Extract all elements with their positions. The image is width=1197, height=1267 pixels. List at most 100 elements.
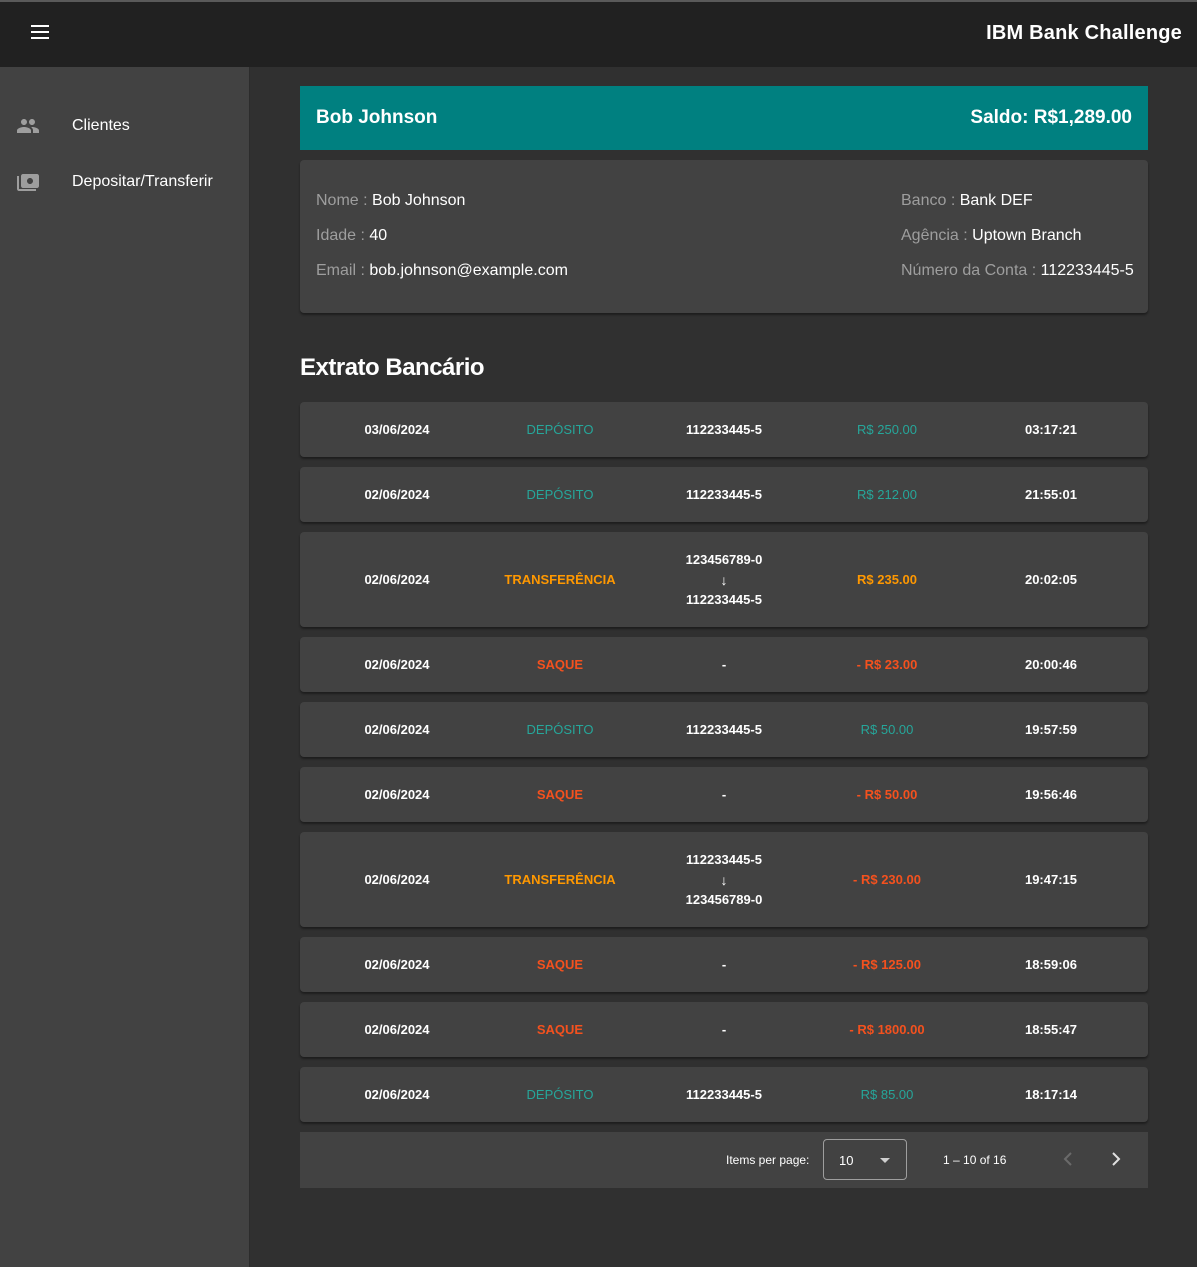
info-nome: Nome : Bob Johnson xyxy=(316,192,465,210)
row-to-account: 112233445-5 xyxy=(686,591,762,607)
row-type: DEPÓSITO xyxy=(526,422,594,437)
row-date: 02/06/2024 xyxy=(364,722,430,737)
row-transfer-accounts: 123456789-0 ↓ 112233445-5 xyxy=(644,532,804,627)
row-amount: R$ 250.00 xyxy=(857,422,917,437)
row-date: 02/06/2024 xyxy=(364,1087,430,1102)
info-value: Bob Johnson xyxy=(372,192,466,209)
page-size-value: 10 xyxy=(839,1153,854,1168)
row-time: 18:59:06 xyxy=(1024,957,1078,972)
info-label: Número da Conta : xyxy=(901,262,1041,279)
row-time: 19:47:15 xyxy=(1024,872,1078,887)
row-amount: R$ 50.00 xyxy=(860,722,914,737)
row-type: DEPÓSITO xyxy=(526,1087,594,1102)
arrow-down-icon: ↓ xyxy=(720,571,728,588)
row-date: 02/06/2024 xyxy=(364,957,430,972)
next-page-button[interactable] xyxy=(1096,1140,1136,1180)
info-label: Agência : xyxy=(901,227,973,244)
row-account: - xyxy=(721,657,727,672)
info-email: Email : bob.johnson@example.com xyxy=(316,262,568,280)
client-info-card: Nome : Bob Johnson Idade : 40 Email : bo… xyxy=(300,160,1148,313)
row-date: 02/06/2024 xyxy=(364,572,430,587)
menu-icon xyxy=(31,24,49,44)
row-amount: - R$ 23.00 xyxy=(856,657,918,672)
row-date: 02/06/2024 xyxy=(364,657,430,672)
info-conta: Número da Conta : 112233445-5 xyxy=(901,262,1134,280)
sidebar-item-depositar-transferir[interactable]: Depositar/Transferir xyxy=(0,158,249,206)
info-label: Email : xyxy=(316,262,370,279)
row-time: 19:57:59 xyxy=(1024,722,1078,737)
chevron-left-icon xyxy=(1063,1151,1073,1169)
row-date: 02/06/2024 xyxy=(364,1022,430,1037)
statement-row: 02/06/2024 SAQUE - - R$ 23.00 20:00:46 xyxy=(300,637,1148,692)
statement-row: 03/06/2024 DEPÓSITO 112233445-5 R$ 250.0… xyxy=(300,402,1148,457)
statement-row: 02/06/2024 SAQUE - - R$ 125.00 18:59:06 xyxy=(300,937,1148,992)
info-value: Uptown Branch xyxy=(972,227,1082,244)
row-amount: - R$ 50.00 xyxy=(856,787,918,802)
statement-title: Extrato Bancário xyxy=(300,354,485,381)
row-time: 20:02:05 xyxy=(1024,572,1078,587)
row-type: SAQUE xyxy=(536,1022,584,1037)
statement-row: 02/06/2024 DEPÓSITO 112233445-5 R$ 50.00… xyxy=(300,702,1148,757)
row-time: 18:55:47 xyxy=(1024,1022,1078,1037)
statement-row: 02/06/2024 SAQUE - - R$ 50.00 19:56:46 xyxy=(300,767,1148,822)
row-time: 18:17:14 xyxy=(1024,1087,1078,1102)
page-size-select[interactable]: 10 xyxy=(823,1139,907,1180)
info-banco: Banco : Bank DEF xyxy=(901,192,1033,210)
row-amount: - R$ 230.00 xyxy=(853,872,921,887)
chevron-right-icon xyxy=(1111,1151,1121,1169)
row-type: SAQUE xyxy=(536,787,584,802)
info-label: Banco : xyxy=(901,192,960,209)
row-account: - xyxy=(721,787,727,802)
paginator: Items per page: 10 1 – 10 of 16 xyxy=(300,1132,1148,1188)
client-balance: Saldo: R$1,289.00 xyxy=(970,107,1132,128)
sidebar-item-clientes[interactable]: Clientes xyxy=(0,102,249,150)
menu-button[interactable] xyxy=(22,16,58,52)
info-label: Nome : xyxy=(316,192,373,209)
row-amount: - R$ 125.00 xyxy=(853,957,921,972)
row-account: 112233445-5 xyxy=(686,722,762,737)
row-date: 02/06/2024 xyxy=(364,487,430,502)
info-label: Idade : xyxy=(316,227,370,244)
sidebar-item-label: Clientes xyxy=(72,117,130,134)
row-account: 112233445-5 xyxy=(686,422,762,437)
row-amount: R$ 85.00 xyxy=(860,1087,914,1102)
row-type: SAQUE xyxy=(536,957,584,972)
page-range-label: 1 – 10 of 16 xyxy=(943,1153,1007,1167)
info-idade: Idade : 40 xyxy=(316,227,387,245)
row-time: 20:00:46 xyxy=(1024,657,1078,672)
info-value: bob.johnson@example.com xyxy=(369,262,568,279)
local-atm-icon xyxy=(16,170,40,194)
row-time: 21:55:01 xyxy=(1024,487,1078,502)
row-type: TRANSFERÊNCIA xyxy=(504,572,616,587)
row-amount: R$ 235.00 xyxy=(857,572,917,587)
row-to-account: 123456789-0 xyxy=(685,891,763,907)
info-value: Bank DEF xyxy=(959,192,1033,209)
row-transfer-accounts: 112233445-5 ↓ 123456789-0 xyxy=(644,832,804,927)
client-header: Bob Johnson Saldo: R$1,289.00 xyxy=(300,86,1148,150)
info-value: 112233445-5 xyxy=(1040,262,1134,279)
previous-page-button[interactable] xyxy=(1048,1140,1088,1180)
row-time: 19:56:46 xyxy=(1024,787,1078,802)
row-account: 112233445-5 xyxy=(686,1087,762,1102)
row-time: 03:17:21 xyxy=(1024,422,1078,437)
info-value: 40 xyxy=(369,227,388,244)
row-type: TRANSFERÊNCIA xyxy=(504,872,616,887)
row-date: 02/06/2024 xyxy=(364,872,430,887)
caret-down-icon xyxy=(880,1158,890,1163)
people-icon xyxy=(16,114,40,138)
row-from-account: 112233445-5 xyxy=(686,851,762,867)
statement-row: 02/06/2024 DEPÓSITO 112233445-5 R$ 212.0… xyxy=(300,467,1148,522)
row-date: 03/06/2024 xyxy=(364,422,430,437)
statement-row: 02/06/2024 TRANSFERÊNCIA 123456789-0 ↓ 1… xyxy=(300,532,1148,627)
app-toolbar: IBM Bank Challenge xyxy=(0,0,1197,67)
arrow-down-icon: ↓ xyxy=(720,871,728,888)
row-type: SAQUE xyxy=(536,657,584,672)
row-from-account: 123456789-0 xyxy=(685,551,763,567)
statement-row: 02/06/2024 DEPÓSITO 112233445-5 R$ 85.00… xyxy=(300,1067,1148,1122)
statement-list: 03/06/2024 DEPÓSITO 112233445-5 R$ 250.0… xyxy=(300,402,1148,1132)
row-type: DEPÓSITO xyxy=(526,722,594,737)
statement-row: 02/06/2024 TRANSFERÊNCIA 112233445-5 ↓ 1… xyxy=(300,832,1148,927)
statement-row: 02/06/2024 SAQUE - - R$ 1800.00 18:55:47 xyxy=(300,1002,1148,1057)
sidebar: Clientes Depositar/Transferir xyxy=(0,67,250,1267)
row-amount: - R$ 1800.00 xyxy=(849,1022,925,1037)
